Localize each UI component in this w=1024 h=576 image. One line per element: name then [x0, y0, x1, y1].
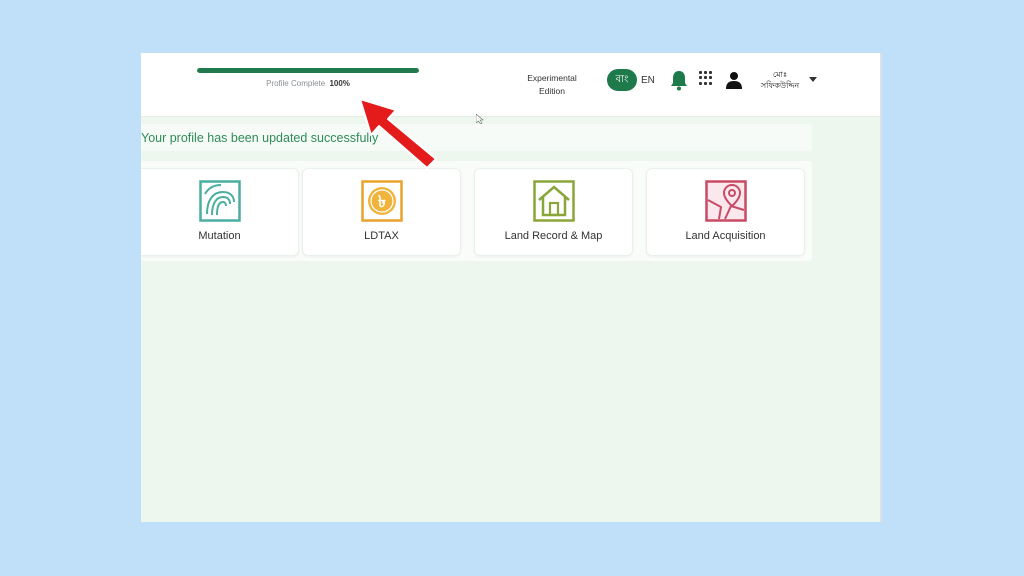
service-label: Land Record & Map	[504, 230, 603, 242]
map-pin-icon	[704, 180, 747, 222]
user-name-line1: মোঃ	[772, 70, 788, 79]
service-card-ldtax[interactable]: ৳ LDTAX	[302, 168, 461, 256]
edition-line1: Experimental	[527, 73, 577, 83]
language-toggle[interactable]: বাং EN	[607, 69, 659, 91]
fingerprint-icon	[198, 180, 241, 222]
apps-grid-icon[interactable]	[699, 71, 713, 85]
service-label: Land Acquisition	[685, 230, 766, 242]
user-name[interactable]: মোঃ সফিকউদ্দিন	[750, 69, 810, 91]
svg-text:৳: ৳	[378, 192, 386, 211]
lang-en-option[interactable]: EN	[641, 75, 655, 86]
red-arrow-annotation	[359, 98, 437, 169]
service-label: Mutation	[198, 230, 241, 242]
edition-label: Experimental Edition	[519, 72, 585, 98]
house-icon	[532, 180, 575, 222]
progress-track	[197, 68, 419, 73]
edition-line2: Edition	[539, 86, 565, 96]
progress-fill	[197, 68, 419, 73]
taka-coin-icon: ৳	[360, 180, 403, 222]
browser-window: Profile Complete 100% Experimental Editi…	[141, 53, 880, 522]
service-card-mutation[interactable]: Mutation	[141, 168, 299, 256]
services-panel: Mutation ৳ LDTAX Land Record & Map Land …	[141, 161, 812, 261]
caret-down-icon[interactable]	[809, 77, 817, 82]
service-label: LDTAX	[364, 230, 399, 242]
mouse-cursor-icon	[476, 114, 484, 124]
success-banner: Your profile has been updated successful…	[141, 124, 812, 151]
user-name-line2: সফিকউদ্দিন	[760, 81, 800, 90]
bell-icon[interactable]	[669, 69, 689, 91]
service-card-land-record[interactable]: Land Record & Map	[474, 168, 633, 256]
top-header: Profile Complete 100% Experimental Editi…	[141, 53, 880, 117]
user-icon[interactable]	[725, 71, 743, 89]
service-card-land-acquisition[interactable]: Land Acquisition	[646, 168, 805, 256]
progress-label: Profile Complete	[266, 79, 326, 88]
lang-bn-option[interactable]: বাং	[607, 69, 637, 91]
